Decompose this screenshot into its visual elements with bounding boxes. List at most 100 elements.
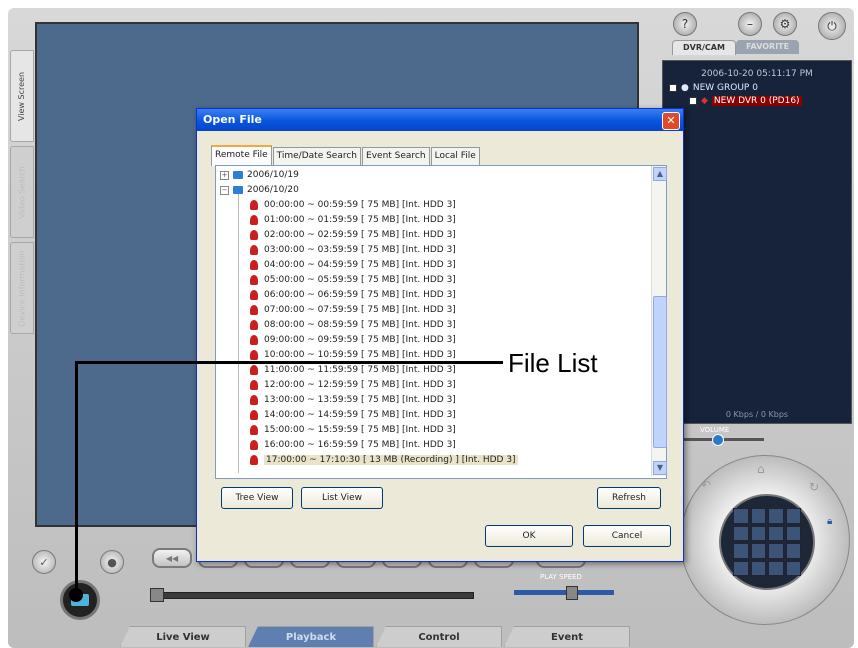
cancel-button[interactable]: Cancel <box>583 525 671 547</box>
file-label: 04:00:00 ~ 04:59:59 [ 75 MB] [Int. HDD 3… <box>264 260 456 270</box>
camera-cell[interactable] <box>733 525 749 541</box>
file-list-item-recording[interactable]: 17:00:00 ~ 17:10:30 [ 13 MB (Recording) … <box>250 455 518 465</box>
tree-item-group[interactable]: ● NEW GROUP 0 <box>669 83 758 93</box>
callout-dot <box>69 588 83 602</box>
file-list-item[interactable]: 06:00:00 ~ 06:59:59 [ 75 MB] [Int. HDD 3… <box>250 290 456 300</box>
settings-icon[interactable]: ⚙ <box>773 12 797 36</box>
file-icon <box>250 395 258 405</box>
record-icon[interactable]: ● <box>100 550 124 574</box>
camera-cell[interactable] <box>768 560 784 576</box>
refresh-icon[interactable]: ↻ <box>809 480 819 494</box>
volume-slider[interactable]: VOLUME <box>676 426 776 448</box>
dvr-icon: ◆ <box>701 96 708 106</box>
camera-cell[interactable] <box>768 508 784 524</box>
tab-local-file[interactable]: Local File <box>430 147 480 165</box>
tree-view-button[interactable]: Tree View <box>221 487 293 509</box>
tab-favorite[interactable]: FAVORITE <box>736 40 800 54</box>
file-list-item[interactable]: 15:00:00 ~ 15:59:59 [ 75 MB] [Int. HDD 3… <box>250 425 456 435</box>
tree-item-dvr[interactable]: ◆ NEW DVR 0 (PD16) <box>689 96 802 106</box>
scroll-down-icon[interactable]: ▼ <box>653 461 667 475</box>
file-list-item[interactable]: 13:00:00 ~ 13:59:59 [ 75 MB] [Int. HDD 3… <box>250 395 456 405</box>
camera-cell[interactable] <box>733 560 749 576</box>
expand-icon[interactable]: + <box>220 170 229 180</box>
date-label: 2006/10/20 <box>247 185 299 195</box>
camera-cell[interactable] <box>733 508 749 524</box>
file-icon <box>250 230 258 240</box>
tree-date-item[interactable]: − 2006/10/20 <box>220 185 299 195</box>
file-list-item[interactable]: 07:00:00 ~ 07:59:59 [ 75 MB] [Int. HDD 3… <box>250 305 456 315</box>
side-tab-device-information[interactable]: Device Information <box>10 242 34 334</box>
top-icon-bar: ? – ⚙ ⏻ <box>673 12 853 42</box>
file-list[interactable]: + 2006/10/19 − 2006/10/20 00:00:00 ~ 00:… <box>215 165 667 479</box>
power-icon[interactable]: ⏻ <box>818 12 846 40</box>
camera-cell[interactable] <box>750 543 766 559</box>
side-tab-video-search[interactable]: Video Search <box>10 146 34 238</box>
play-speed-track[interactable] <box>514 590 614 595</box>
scroll-up-icon[interactable]: ▲ <box>653 167 667 181</box>
camera-cell[interactable] <box>750 560 766 576</box>
tab-dvr-cam[interactable]: DVR/CAM <box>672 40 736 55</box>
camera-cell[interactable] <box>733 543 749 559</box>
tab-control[interactable]: Control <box>376 626 502 647</box>
tab-event[interactable]: Event <box>504 626 630 647</box>
file-label: 14:00:00 ~ 14:59:59 [ 75 MB] [Int. HDD 3… <box>264 410 456 420</box>
dialog-title-bar[interactable]: Open File ✕ <box>197 109 683 131</box>
collapse-icon[interactable]: − <box>220 185 229 195</box>
file-list-item[interactable]: 09:00:00 ~ 09:59:59 [ 75 MB] [Int. HDD 3… <box>250 335 456 345</box>
file-list-item[interactable]: 00:00:00 ~ 00:59:59 [ 75 MB] [Int. HDD 3… <box>250 200 456 210</box>
rewind-button[interactable]: ◀◀ <box>152 548 192 568</box>
camera-cell[interactable] <box>785 543 801 559</box>
check-icon[interactable]: ✓ <box>32 550 56 574</box>
back-icon[interactable]: ↶ <box>701 478 711 492</box>
file-label: 03:00:00 ~ 03:59:59 [ 75 MB] [Int. HDD 3… <box>264 245 456 255</box>
tab-playback[interactable]: Playback <box>248 626 374 647</box>
tab-live-view[interactable]: Live View <box>120 626 246 647</box>
tab-event-search[interactable]: Event Search <box>362 147 430 165</box>
file-list-item[interactable]: 16:00:00 ~ 16:59:59 [ 75 MB] [Int. HDD 3… <box>250 440 456 450</box>
minimize-icon[interactable]: – <box>738 12 762 36</box>
play-speed-slider[interactable]: PLAY SPEED <box>514 573 614 603</box>
camera-cell[interactable] <box>785 508 801 524</box>
camera-cell[interactable] <box>750 525 766 541</box>
seek-track[interactable] <box>160 592 474 599</box>
help-icon[interactable]: ? <box>673 12 697 36</box>
seek-knob[interactable] <box>150 588 164 602</box>
camera-cell[interactable] <box>768 525 784 541</box>
file-list-item[interactable]: 04:00:00 ~ 04:59:59 [ 75 MB] [Int. HDD 3… <box>250 260 456 270</box>
home-icon[interactable]: ⌂ <box>757 462 765 476</box>
file-list-item[interactable]: 12:00:00 ~ 12:59:59 [ 75 MB] [Int. HDD 3… <box>250 380 456 390</box>
list-view-button[interactable]: List View <box>301 487 383 509</box>
volume-knob[interactable] <box>712 434 724 446</box>
file-label: 12:00:00 ~ 12:59:59 [ 75 MB] [Int. HDD 3… <box>264 380 456 390</box>
file-list-item[interactable]: 14:00:00 ~ 14:59:59 [ 75 MB] [Int. HDD 3… <box>250 410 456 420</box>
file-label: 02:00:00 ~ 02:59:59 [ 75 MB] [Int. HDD 3… <box>264 230 456 240</box>
lock-icon[interactable]: 🔒︎ <box>827 516 832 527</box>
side-tab-view-screen[interactable]: View Screen <box>10 50 34 142</box>
collapse-icon[interactable] <box>669 84 677 92</box>
file-list-item[interactable]: 10:00:00 ~ 10:59:59 [ 75 MB] [Int. HDD 3… <box>250 350 456 360</box>
file-icon <box>250 320 258 330</box>
expand-icon[interactable] <box>689 97 697 105</box>
file-list-item[interactable]: 02:00:00 ~ 02:59:59 [ 75 MB] [Int. HDD 3… <box>250 230 456 240</box>
volume-track[interactable] <box>684 438 764 441</box>
play-speed-knob[interactable] <box>566 586 578 600</box>
camera-cell[interactable] <box>768 543 784 559</box>
refresh-button[interactable]: Refresh <box>597 487 661 509</box>
file-list-item[interactable]: 01:00:00 ~ 01:59:59 [ 75 MB] [Int. HDD 3… <box>250 215 456 225</box>
scrollbar-thumb[interactable] <box>653 296 667 448</box>
scrollbar[interactable]: ▲ ▼ <box>651 166 667 476</box>
camera-cell[interactable] <box>785 525 801 541</box>
seek-slider[interactable] <box>150 588 474 602</box>
tab-remote-file[interactable]: Remote File <box>211 145 272 166</box>
camera-cell[interactable] <box>750 508 766 524</box>
file-list-item[interactable]: 11:00:00 ~ 11:59:59 [ 75 MB] [Int. HDD 3… <box>250 365 456 375</box>
ok-button[interactable]: OK <box>485 525 573 547</box>
file-list-item[interactable]: 05:00:00 ~ 05:59:59 [ 75 MB] [Int. HDD 3… <box>250 275 456 285</box>
tree-date-item[interactable]: + 2006/10/19 <box>220 170 299 180</box>
tab-time-date-search[interactable]: Time/Date Search <box>272 147 362 165</box>
close-icon[interactable]: ✕ <box>662 112 680 130</box>
file-list-item[interactable]: 08:00:00 ~ 08:59:59 [ 75 MB] [Int. HDD 3… <box>250 320 456 330</box>
camera-cell[interactable] <box>785 560 801 576</box>
ptz-dial[interactable]: ⌂ ↻ ↶ ✕ 🔒︎ <box>675 455 850 625</box>
file-list-item[interactable]: 03:00:00 ~ 03:59:59 [ 75 MB] [Int. HDD 3… <box>250 245 456 255</box>
